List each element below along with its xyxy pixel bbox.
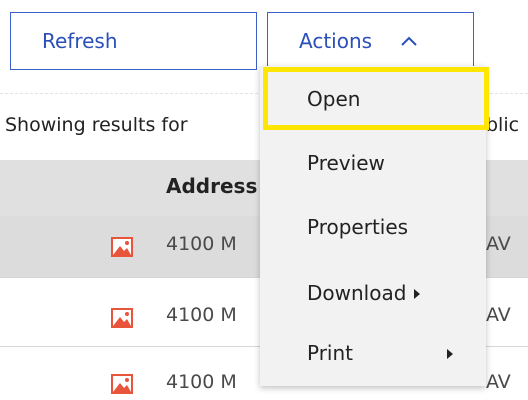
actions-button[interactable]: Actions xyxy=(267,12,474,70)
refresh-button[interactable]: Refresh xyxy=(10,12,257,70)
menu-item-label: Preview xyxy=(307,151,385,175)
row-address-tail: AV xyxy=(486,371,511,393)
row-address: 4100 M xyxy=(166,371,237,393)
column-header-address[interactable]: Address xyxy=(166,174,257,198)
actions-menu: Open Preview Properties Download Print xyxy=(260,66,486,386)
menu-item-label: Download xyxy=(307,281,407,305)
row-address-tail: AV xyxy=(486,304,511,326)
row-address-tail: AV xyxy=(486,233,511,255)
caret-right-icon xyxy=(414,289,421,299)
row-address: 4100 M xyxy=(166,233,237,255)
image-file-icon xyxy=(111,374,133,394)
menu-item-preview[interactable]: Preview xyxy=(260,132,486,194)
caret-right-icon xyxy=(447,349,453,359)
menu-item-label: Open xyxy=(307,87,361,111)
results-summary-tail: blic xyxy=(486,114,520,136)
image-file-icon xyxy=(111,308,133,328)
actions-button-label: Actions xyxy=(299,29,373,53)
menu-item-label: Properties xyxy=(307,215,409,239)
row-address: 4100 M xyxy=(166,304,237,326)
menu-item-download[interactable]: Download xyxy=(260,262,486,324)
results-summary: Showing results for xyxy=(5,114,188,136)
page: Refresh Actions Showing results for blic… xyxy=(0,0,528,400)
menu-item-properties[interactable]: Properties xyxy=(260,196,486,258)
refresh-button-label: Refresh xyxy=(42,29,118,53)
menu-item-open[interactable]: Open xyxy=(260,68,486,130)
chevron-up-icon xyxy=(401,36,417,46)
image-file-icon xyxy=(111,237,133,257)
menu-item-print[interactable]: Print xyxy=(260,322,486,384)
menu-item-label: Print xyxy=(307,341,354,365)
